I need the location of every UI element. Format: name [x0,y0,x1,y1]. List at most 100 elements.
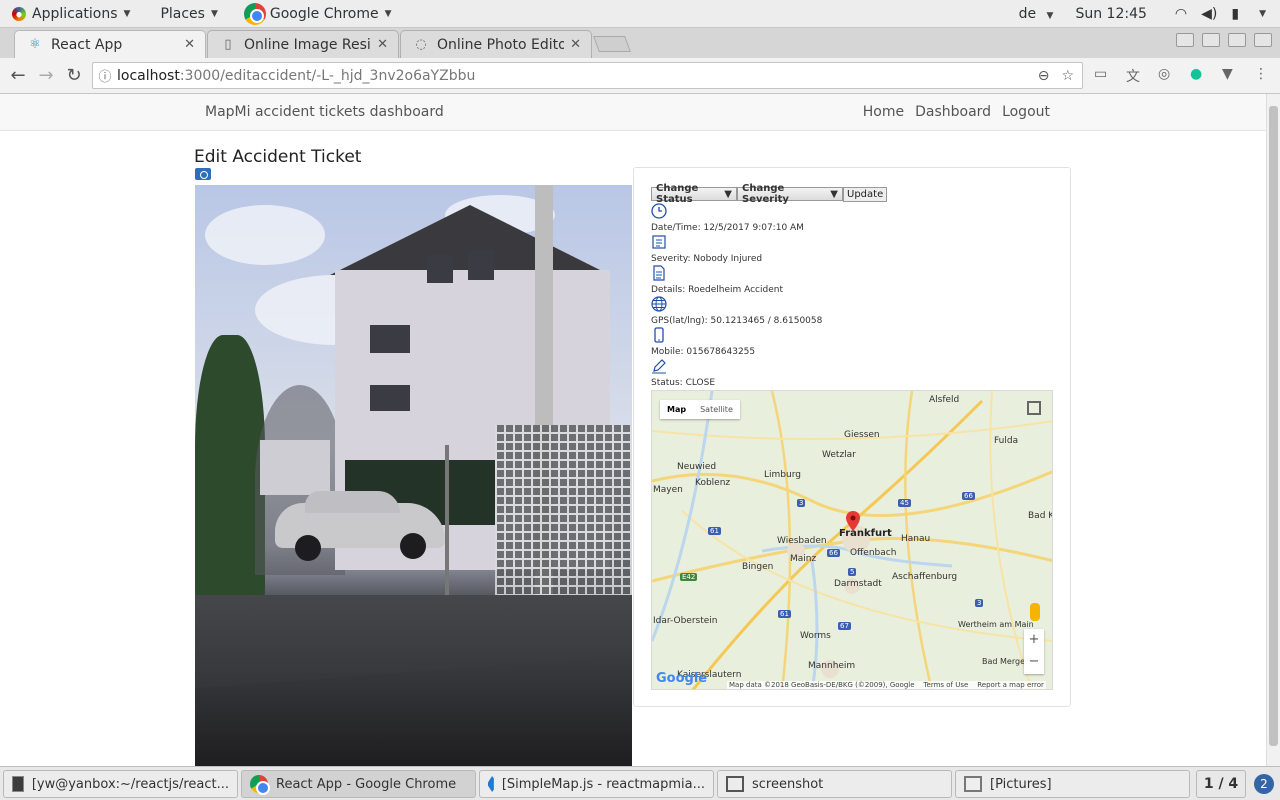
extension-icon[interactable]: ◎ [1158,66,1170,82]
chevron-down-icon[interactable]: ▼ [1259,9,1266,19]
task-label: screenshot [752,776,824,792]
task-chrome[interactable]: React App - Google Chrome [241,770,476,798]
extension-icon[interactable]: ▭ [1094,66,1107,82]
chrome-icon [250,775,270,795]
task-vscode[interactable]: [SimpleMap.js - reactmapmia... [479,770,714,798]
maximize-icon[interactable] [1228,33,1246,47]
tab-image-resize[interactable]: ▯ Online Image Resize ✕ [207,30,399,58]
street-view-pegman-icon[interactable] [1030,603,1040,621]
active-app-menu[interactable]: Google Chrome ▼ [238,0,398,28]
highway-shield-icon: 3 [975,599,984,607]
mobile-icon [654,327,664,343]
highway-shield-icon: 61 [778,610,791,618]
window-shape [370,325,410,353]
map-label: Hanau [901,534,931,544]
nav-logout-link[interactable]: Logout [1002,104,1050,120]
app-navbar: MapMi accident tickets dashboard Home Da… [0,94,1266,131]
wifi-icon[interactable]: ◠ [1175,6,1187,22]
volume-icon[interactable]: ◀) [1201,6,1217,22]
wheel-shape [400,533,426,559]
highway-shield-icon: 45 [898,499,911,507]
document-icon [653,265,665,281]
close-window-icon[interactable] [1254,33,1272,47]
map-label: Bad Kis [1028,511,1052,521]
back-icon[interactable]: ← [4,65,32,86]
zoom-icon[interactable]: ⊖ [1038,68,1050,84]
severity-select-label: Change Severity [742,183,789,205]
nav-dashboard-link[interactable]: Dashboard [915,104,991,120]
translate-icon[interactable]: 文 [1126,66,1140,86]
map-type-control: Map Satellite [660,400,740,419]
info-icon[interactable]: ⓘ [93,66,117,85]
page-icon: ▯ [224,37,232,52]
severity-icon [652,235,666,249]
fullscreen-icon[interactable] [1027,401,1041,415]
severity-select[interactable]: Change Severity ▼ [737,183,843,205]
task-label: [yw@yanbox:~/reactjs/react... [31,776,229,792]
keyboard-layout[interactable]: de ▼ [1019,6,1054,22]
task-pictures[interactable]: [Pictures] [955,770,1190,798]
tab-photo-editor[interactable]: ◌ Online Photo Editor ✕ [400,30,592,58]
react-icon: ⚛ [29,37,41,52]
reload-icon[interactable]: ↻ [60,65,88,86]
map-label: Koblenz [695,478,731,488]
address-bar[interactable]: ⓘ localhost:3000/editaccident/-L-_hjd_3n… [92,62,1083,89]
menu-icon[interactable]: ⋮ [1254,66,1268,82]
active-app-label: Google Chrome [269,5,379,22]
close-icon[interactable]: ✕ [377,37,388,52]
vscode-icon [488,776,494,792]
google-map[interactable]: Map Satellite Alsfeld Giessen Fulda Neuw… [651,390,1053,690]
window-shape [427,255,453,283]
status-select[interactable]: Change Status ▼ [651,183,737,205]
camera-icon[interactable] [195,168,211,180]
window-shape [370,385,410,411]
workspace-switcher[interactable]: 1 / 4 [1196,770,1246,798]
grammarly-icon[interactable]: ● [1190,66,1202,82]
page-title: Edit Accident Ticket [194,147,362,167]
profile-icon[interactable] [1176,33,1194,47]
close-icon[interactable]: ✕ [184,37,195,52]
dropdown-icon: ▼ [830,188,838,200]
signpost-shape [445,445,449,595]
map-type-satellite-button[interactable]: Satellite [693,400,740,419]
report-map-error-link[interactable]: Report a map error [977,681,1044,689]
extension-icon[interactable]: ▼ [1222,66,1233,82]
terms-link[interactable]: Terms of Use [923,681,968,689]
house-shape [260,440,330,495]
highway-shield-icon: 66 [827,549,840,557]
gps-field: GPS(lat/lng): 50.1213465 / 8.6150058 [651,316,823,326]
places-menu[interactable]: Places ▼ [154,0,223,28]
scrollbar-thumb[interactable] [1269,106,1278,746]
browser-tab-strip: ⚛ React App ✕ ▯ Online Image Resize ✕ ◌ … [0,28,1280,58]
clock[interactable]: Sun 12:45 [1075,6,1146,22]
map-label: Wetzlar [822,450,856,460]
tab-react-app[interactable]: ⚛ React App ✕ [14,30,206,58]
zoom-in-button[interactable]: + [1024,629,1044,651]
battery-icon[interactable]: ▮ [1231,6,1239,22]
highway-shield-icon: 67 [838,622,851,630]
map-marker-icon[interactable] [846,511,860,531]
chevron-down-icon: ▼ [384,8,392,19]
gnome-top-bar: Applications ▼ Places ▼ Google Chrome ▼ … [0,0,1280,28]
page-scrollbar[interactable] [1266,94,1280,766]
task-screenshot[interactable]: screenshot [717,770,952,798]
update-button[interactable]: Update [843,187,888,202]
tab-title: Online Photo Editor [437,36,565,53]
minimize-icon[interactable] [1202,33,1220,47]
new-tab-button[interactable] [593,36,631,52]
close-icon[interactable]: ✕ [570,37,581,52]
google-logo[interactable]: Google [656,671,707,686]
app-brand[interactable]: MapMi accident tickets dashboard [205,104,444,120]
bookmark-star-icon[interactable]: ☆ [1061,68,1074,84]
forward-icon[interactable]: → [32,65,60,86]
task-terminal[interactable]: [yw@yanbox:~/reactjs/react... [3,770,238,798]
zoom-out-button[interactable]: − [1024,651,1044,673]
severity-field: Severity: Nobody Injured [651,254,763,264]
map-type-map-button[interactable]: Map [660,400,693,419]
keyboard-layout-label: de [1018,5,1037,22]
window-controls [1176,33,1272,47]
nav-home-link[interactable]: Home [863,104,904,120]
wheel-shape [295,535,321,561]
applications-menu[interactable]: Applications ▼ [6,0,136,28]
notification-badge[interactable]: 2 [1254,774,1274,794]
